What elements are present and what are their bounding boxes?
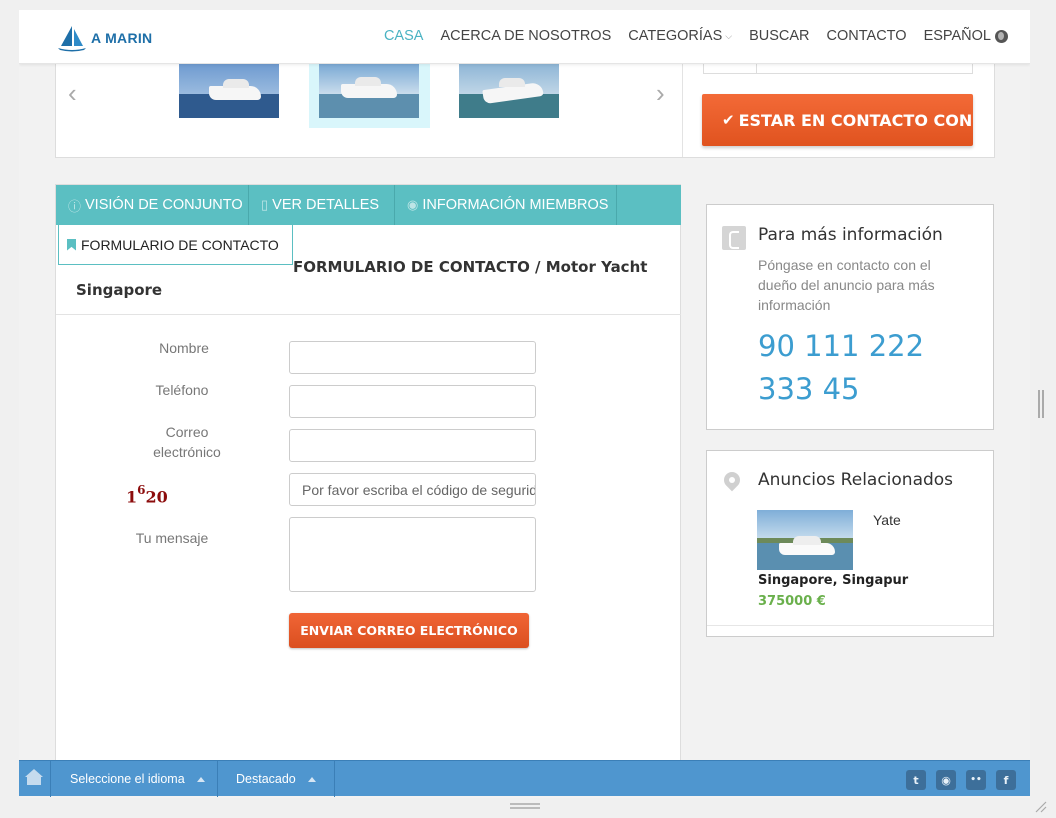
name-field[interactable] [289, 341, 536, 374]
tab-details[interactable]: ▯ VER DETALLES [249, 185, 395, 225]
nav-item-acerca[interactable]: ACERCA DE NOSOTROS [440, 28, 611, 44]
yacht-photo [319, 64, 419, 118]
bottom-toolbar: Seleccione el idioma Destacado t ◉ •• f [19, 760, 1030, 797]
gallery-card: ‹ › ✔ ESTAR EN CONTACTO CON [55, 64, 995, 158]
nav-item-contacto[interactable]: CONTACTO [827, 28, 907, 44]
language-label: ESPAÑOL [923, 28, 991, 44]
tab-overview[interactable]: ⓘ VISIÓN DE CONJUNTO [56, 185, 249, 225]
phone-icon [722, 226, 746, 250]
divider [56, 314, 681, 315]
yacht-photo [179, 64, 279, 118]
more-info-description: Póngase en contacto con el dueño del anu… [758, 257, 935, 313]
browser-viewport: A MARIN CASA ACERCA DE NOSOTROS CATEGORÍ… [19, 10, 1030, 798]
contact-owner-button[interactable]: ✔ ESTAR EN CONTACTO CON [702, 94, 973, 146]
language-selector-label: Seleccione el idioma [70, 772, 185, 786]
rss-icon[interactable]: ◉ [936, 770, 956, 790]
more-info-title: Para más información [758, 225, 943, 245]
related-listing-type: Yate [873, 512, 901, 528]
featured-menu-label: Destacado [236, 772, 296, 786]
form-title: FORMULARIO DE CONTACTO / Motor Yacht [293, 258, 648, 276]
message-label: Tu mensaje [135, 530, 209, 546]
message-textarea[interactable] [289, 517, 536, 592]
email-label-line1: Correo [165, 424, 209, 440]
divider [682, 64, 683, 157]
email-field[interactable] [289, 429, 536, 462]
featured-menu[interactable]: Destacado [218, 761, 335, 797]
captcha-image: 1620 [126, 483, 168, 507]
related-title: Anuncios Relacionados [758, 470, 954, 490]
facebook-icon[interactable]: f [996, 770, 1016, 790]
check-icon: ✔ [722, 111, 735, 129]
divider [707, 625, 993, 626]
captcha-input[interactable]: Por favor escriba el código de seguridad [289, 473, 536, 506]
contact-field-partial[interactable] [703, 64, 973, 74]
sailboat-logo-icon [58, 26, 86, 52]
caret-up-icon [307, 776, 316, 782]
form-title-location: Singapore [76, 281, 163, 299]
phone-label: Teléfono [155, 382, 209, 398]
more-info-box: Para más información Póngase en contacto… [706, 204, 994, 430]
tab-member-info[interactable]: ◉ INFORMACIÓN MIEMBROS [395, 185, 617, 225]
chevron-left-icon[interactable]: ‹ [68, 78, 77, 109]
name-label: Nombre [159, 340, 209, 356]
nav-item-language[interactable]: ESPAÑOL [924, 28, 1008, 44]
tab-member-info-label: INFORMACIÓN MIEMBROS [422, 197, 609, 213]
yacht-photo [459, 64, 559, 118]
brand-name: A MARIN [91, 30, 153, 46]
main-nav: CASA ACERCA DE NOSOTROS CATEGORÍAS ⌵ BUSC… [367, 28, 1008, 44]
thumbnail-carousel: ‹ › [56, 64, 682, 157]
related-listing-location[interactable]: Singapore, Singapur [758, 573, 908, 588]
chevron-down-icon: ⌵ [725, 30, 733, 41]
flickr-icon[interactable]: •• [966, 770, 986, 790]
gallery-thumbnail-selected[interactable] [309, 64, 430, 128]
tab-contact-form[interactable]: FORMULARIO DE CONTACTO [58, 225, 293, 265]
user-icon: ◉ [407, 197, 419, 212]
document-icon: ▯ [261, 197, 269, 212]
tab-contact-form-label: FORMULARIO DE CONTACTO [81, 236, 279, 253]
contact-owner-label: ESTAR EN CONTACTO CON [738, 110, 973, 130]
nav-item-buscar[interactable]: BUSCAR [749, 28, 809, 44]
caret-up-icon [196, 776, 205, 782]
chevron-right-icon[interactable]: › [656, 78, 665, 109]
map-pin-icon [720, 468, 744, 492]
nav-item-casa[interactable]: CASA [384, 28, 424, 44]
tab-overview-label: VISIÓN DE CONJUNTO [85, 197, 243, 213]
home-icon[interactable] [19, 761, 51, 797]
nav-item-categorias[interactable]: CATEGORÍAS ⌵ [628, 28, 732, 44]
gallery-thumbnail[interactable] [179, 64, 279, 118]
top-navbar: A MARIN CASA ACERCA DE NOSOTROS CATEGORÍ… [19, 10, 1030, 64]
send-email-button[interactable]: ENVIAR CORREO ELECTRÓNICO [289, 613, 529, 648]
twitter-icon[interactable]: t [906, 770, 926, 790]
horizontal-resize-handle[interactable] [510, 803, 540, 809]
resize-corner-icon[interactable] [1034, 800, 1048, 814]
email-label-line2: electrónico [153, 444, 221, 460]
nav-item-categorias-label: CATEGORÍAS [628, 28, 723, 44]
related-listing-image[interactable] [757, 510, 853, 570]
listing-tabs-card: ⓘ VISIÓN DE CONJUNTO ▯ VER DETALLES ◉ IN… [55, 184, 681, 784]
related-listings-box: Anuncios Relacionados Yate Singapore, Si… [706, 450, 994, 637]
bookmark-icon [67, 238, 76, 251]
gallery-thumbnail[interactable] [459, 64, 559, 118]
site-logo[interactable]: A MARIN [55, 24, 152, 52]
language-selector[interactable]: Seleccione el idioma [52, 761, 218, 797]
phone-field[interactable] [289, 385, 536, 418]
tab-details-label: VER DETALLES [272, 197, 380, 213]
vertical-resize-handle[interactable] [1038, 390, 1044, 418]
phone-number[interactable]: 90 111 222 333 45 [758, 325, 958, 411]
globe-icon [995, 29, 1008, 43]
email-label: Correo electrónico [117, 422, 257, 462]
info-icon: ⓘ [68, 198, 82, 214]
tab-bar: ⓘ VISIÓN DE CONJUNTO ▯ VER DETALLES ◉ IN… [56, 185, 681, 225]
related-listing-price: 375000 € [758, 594, 826, 609]
